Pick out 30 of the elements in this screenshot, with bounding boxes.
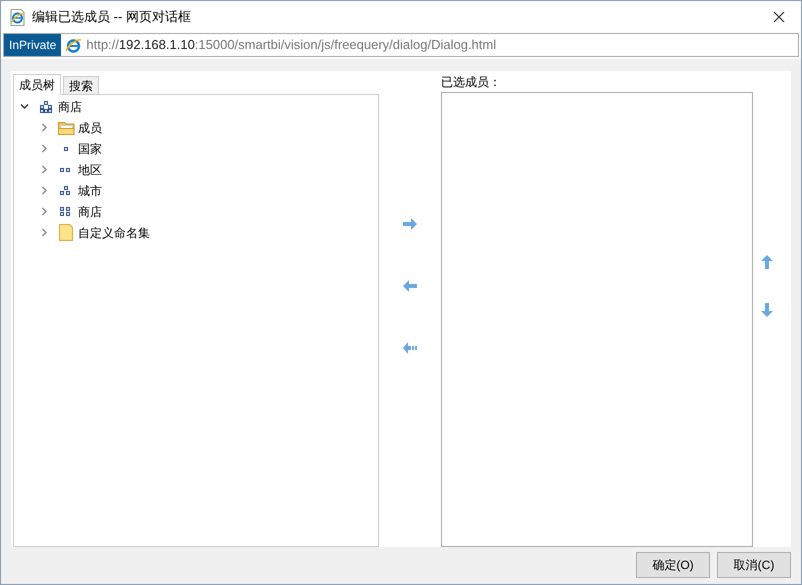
close-icon [773,11,785,23]
tab[interactable]: 搜索 [63,76,99,94]
dialog-button[interactable]: 确定(O) [636,552,710,578]
add-arrow-button[interactable] [401,217,419,231]
tree-item[interactable]: 成员 [78,118,102,136]
tree-item[interactable]: 商店 [58,98,82,116]
chevron-right-icon[interactable] [40,207,49,216]
squares-icon [59,184,73,196]
chevron-right-icon[interactable] [40,186,49,195]
browser-icon [9,8,26,26]
window-title: 编辑已选成员 -- 网页对话框 [32,8,191,26]
selected-members-label: 已选成员： [441,74,502,91]
tree-item[interactable]: 自定义命名集 [78,224,150,242]
chevron-right-icon[interactable] [40,123,49,132]
chevron-right-icon[interactable] [40,228,49,237]
tab[interactable]: 成员树 [13,74,61,95]
tree-item[interactable]: 地区 [78,160,102,178]
dialog-button[interactable]: 取消(C) [717,552,791,578]
tree-item[interactable]: 商店 [78,202,102,220]
tree-item[interactable]: 城市 [78,182,102,200]
hierarchy-icon [39,100,53,112]
chevron-right-icon[interactable] [40,165,49,174]
remove-arrow-button[interactable] [401,279,419,293]
chevron-right-icon[interactable] [40,144,49,153]
folder-icon [59,224,73,241]
tree-item[interactable]: 国家 [78,140,102,158]
remove-all-arrow-button[interactable] [401,341,419,355]
squares-icon [59,206,73,218]
folder-icon [58,120,74,134]
chevron-down-icon[interactable] [20,102,29,111]
